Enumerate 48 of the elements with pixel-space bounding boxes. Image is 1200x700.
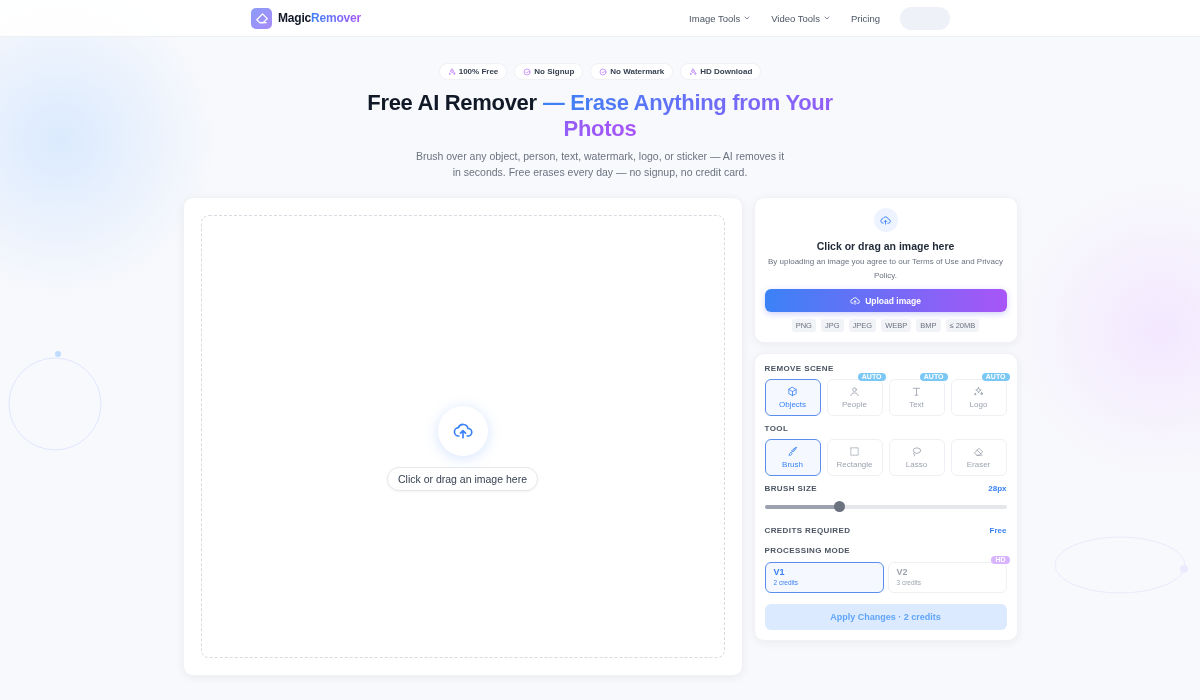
person-icon — [849, 386, 860, 397]
upload-title: Click or drag an image here — [816, 240, 955, 252]
cloud-upload-icon — [880, 214, 891, 226]
drop-prompt[interactable]: Click or drag an image here — [387, 467, 538, 491]
terms-note: By uploading an image you agree to our Terms of Use and Privacy Policy. — [766, 256, 1005, 282]
upload-image-button[interactable]: Upload image — [764, 289, 1007, 312]
option-tile[interactable]: People — [826, 379, 883, 416]
option-tile[interactable]: Rectangle — [826, 439, 883, 476]
dashed-square-icon — [849, 446, 860, 457]
section-label: TOOL — [764, 424, 790, 433]
nav-link[interactable]: Pricing — [850, 12, 880, 24]
feature-badge: HD Download — [680, 63, 762, 80]
option-tile[interactable]: Eraser — [950, 439, 1007, 476]
text-icon — [911, 386, 922, 397]
option-tile[interactable]: Logo — [950, 379, 1007, 416]
lasso-icon — [911, 446, 922, 457]
nav-link[interactable]: Image Tools — [689, 12, 752, 24]
chevron-down-icon — [822, 14, 831, 22]
check-circle-icon — [599, 67, 608, 76]
section-label: REMOVE SCENE — [764, 364, 835, 373]
cloud-upload-icon — [850, 295, 861, 306]
nav-link[interactable]: Video Tools — [771, 12, 831, 24]
upload-button[interactable] — [437, 406, 488, 456]
brush-icon — [787, 446, 798, 457]
drop-zone[interactable]: Click or drag an image here — [200, 215, 725, 658]
cloud-upload-icon — [452, 421, 473, 441]
brush-size-value: 28px — [988, 484, 1007, 493]
option-tile[interactable]: Brush — [764, 439, 821, 476]
feature-badge: No Signup — [514, 63, 584, 80]
feature-badge: 100% Free — [438, 63, 508, 80]
sparkle-icon — [973, 386, 984, 397]
logo-icon[interactable] — [251, 7, 272, 29]
subtitle: Brush over any object, person, text, watermark, logo, or sticker — AI removes it in seconds. Free erases every day — no signup, no credit card. — [415, 149, 785, 180]
check-circle-icon — [523, 67, 532, 76]
option-tile[interactable]: Text — [888, 379, 945, 416]
eraser-icon — [973, 446, 984, 457]
feature-badge: No Watermark — [590, 63, 674, 80]
chevron-down-icon — [743, 14, 752, 22]
section-label: PROCESSING MODE — [764, 546, 852, 555]
credits-value: Free — [989, 526, 1007, 535]
slider-thumb[interactable] — [834, 501, 845, 512]
section-label: CREDITS REQUIRED — [764, 526, 851, 535]
sparkle-icon — [689, 67, 698, 76]
sparkle-icon — [447, 67, 456, 76]
option-tile[interactable]: Lasso — [888, 439, 945, 476]
cube-icon — [787, 386, 798, 397]
section-label: BRUSH SIZE — [764, 484, 817, 493]
option-tile[interactable]: Objects — [764, 379, 821, 416]
